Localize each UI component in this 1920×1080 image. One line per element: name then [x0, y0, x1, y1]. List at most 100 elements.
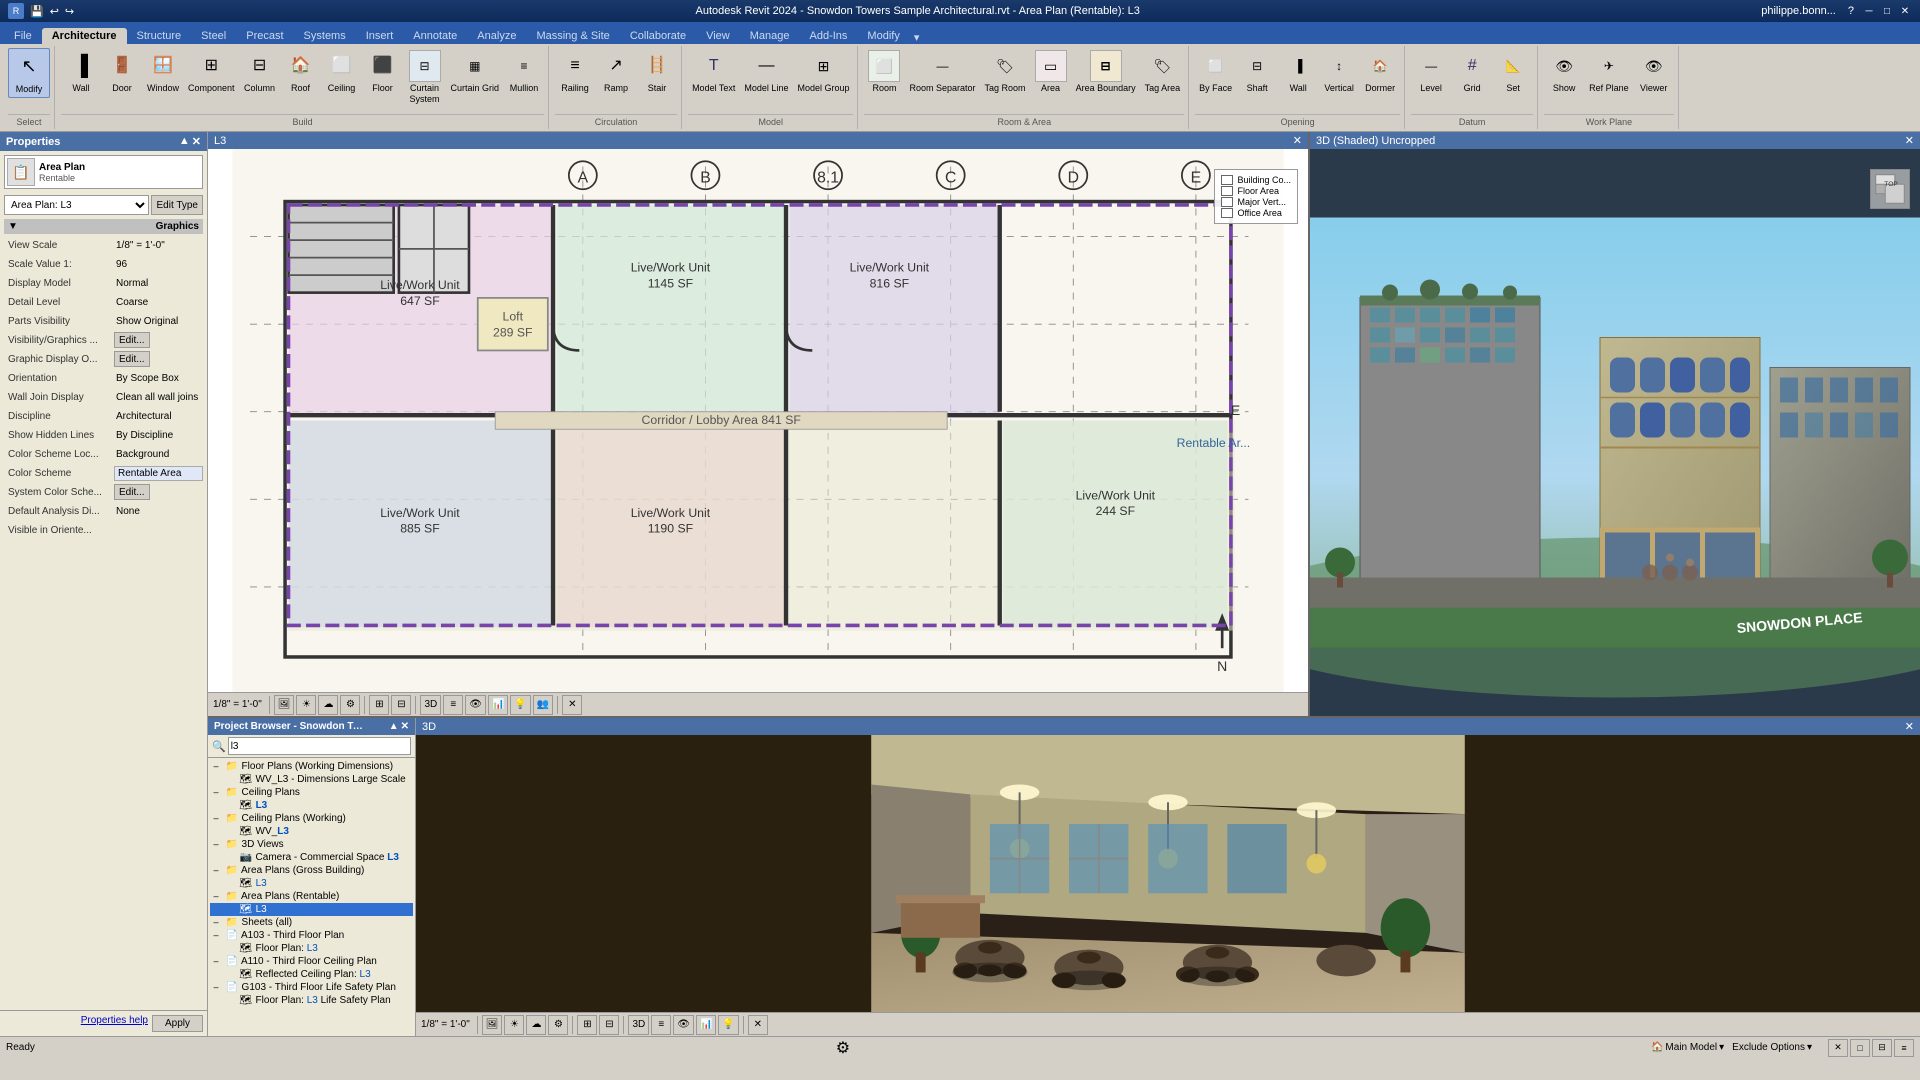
tree-a110-rcp[interactable]: 🗺 Reflected Ceiling Plan: L3: [210, 968, 413, 981]
ref-plane-set-btn[interactable]: 📐 Set: [1493, 48, 1533, 96]
vt-hide-crop-btn[interactable]: ⊟: [391, 695, 411, 715]
maximize-btn[interactable]: □: [1880, 4, 1894, 18]
bottom-vt-thin-lines-btn[interactable]: ≡: [651, 1015, 671, 1035]
vt-analysis-btn[interactable]: 📊: [488, 695, 508, 715]
vt-crop-btn[interactable]: ⊞: [369, 695, 389, 715]
view-3d-content[interactable]: SNOWDON PLACE: [1310, 149, 1920, 716]
vt-3d-btn[interactable]: 3D: [420, 695, 441, 715]
exclude-options-selector[interactable]: Exclude Options ▾: [1732, 1042, 1812, 1053]
minimize-btn[interactable]: ─: [1862, 4, 1876, 18]
component-btn[interactable]: ⊞ Component: [184, 48, 239, 96]
grid-btn[interactable]: # Grid: [1452, 48, 1492, 96]
visibility-graphics-edit-btn[interactable]: Edit...: [114, 332, 150, 348]
area-btn[interactable]: ▭ Area: [1031, 48, 1071, 96]
tab-analyze[interactable]: Analyze: [467, 28, 526, 44]
tree-l3-rentable[interactable]: 🗺 L3: [210, 903, 413, 916]
modify-btn[interactable]: ↖ Modify: [8, 48, 50, 98]
tree-a110[interactable]: – 📄 A110 - Third Floor Ceiling Plan: [210, 955, 413, 968]
door-btn[interactable]: 🚪 Door: [102, 48, 142, 96]
bottom-vt-analysis-btn[interactable]: 📊: [696, 1015, 716, 1035]
tree-l3-gross[interactable]: 🗺 L3: [210, 877, 413, 890]
ceiling-btn[interactable]: ⬜ Ceiling: [322, 48, 362, 96]
tab-massing[interactable]: Massing & Site: [526, 28, 619, 44]
tree-wv-l3[interactable]: 🗺 WV_L3: [210, 825, 413, 838]
bottom-vt-visual-style-btn[interactable]: 🖼: [482, 1015, 503, 1035]
tree-ceiling-plans[interactable]: – 📁 Ceiling Plans: [210, 786, 413, 799]
view-3d-close-btn[interactable]: ✕: [1905, 134, 1914, 147]
vt-hide-elements-btn[interactable]: 👁: [465, 695, 486, 715]
bottom-vt-render-btn[interactable]: ⚙: [548, 1015, 568, 1035]
navigation-cube[interactable]: TOP: [1870, 169, 1910, 209]
tag-room-btn[interactable]: 🏷 Tag Room: [981, 48, 1030, 96]
ref-plane-btn[interactable]: ✈ Ref Plane: [1585, 48, 1633, 96]
vt-worksharing-btn[interactable]: 👥: [533, 695, 553, 715]
view-type-selector[interactable]: Area Plan: L3: [4, 195, 149, 215]
wall-opening-btn[interactable]: ▐ Wall: [1278, 48, 1318, 96]
viewer-btn[interactable]: 👁 Viewer: [1634, 48, 1674, 96]
show-work-plane-btn[interactable]: 👁 Show: [1544, 48, 1584, 96]
tab-architecture[interactable]: Architecture: [42, 28, 127, 44]
tab-collaborate[interactable]: Collaborate: [620, 28, 696, 44]
quick-save-btn[interactable]: 💾: [30, 5, 44, 18]
tree-a103[interactable]: – 📄 A103 - Third Floor Plan: [210, 929, 413, 942]
edit-type-btn[interactable]: Edit Type: [151, 195, 203, 215]
tree-area-rentable[interactable]: – 📁 Area Plans (Rentable): [210, 890, 413, 903]
graphic-display-edit-btn[interactable]: Edit...: [114, 351, 150, 367]
quick-undo-btn[interactable]: ↩: [50, 5, 59, 18]
tab-annotate[interactable]: Annotate: [403, 28, 467, 44]
stair-btn[interactable]: 🪜 Stair: [637, 48, 677, 96]
close-btn[interactable]: ✕: [1898, 4, 1912, 18]
pb-expand-btn[interactable]: ▲: [389, 721, 399, 732]
room-btn[interactable]: ⬜ Room: [864, 48, 904, 96]
level-btn[interactable]: — Level: [1411, 48, 1451, 96]
model-line-btn[interactable]: — Model Line: [740, 48, 792, 96]
vt-thin-lines-btn[interactable]: ≡: [443, 695, 463, 715]
status-view-btn-2[interactable]: ⊟: [1872, 1039, 1892, 1057]
tree-3d-views[interactable]: – 📁 3D Views: [210, 838, 413, 851]
tab-steel[interactable]: Steel: [191, 28, 236, 44]
column-btn[interactable]: ⊟ Column: [240, 48, 280, 96]
help-btn[interactable]: ?: [1848, 5, 1854, 17]
pb-search-input[interactable]: [228, 737, 411, 755]
tree-ceiling-working[interactable]: – 📁 Ceiling Plans (Working): [210, 812, 413, 825]
bottom-3d-content[interactable]: [416, 735, 1920, 1012]
vt-reveal-hidden-btn[interactable]: 💡: [510, 695, 530, 715]
status-close-hidden-btn[interactable]: ✕: [1828, 1039, 1848, 1057]
tree-l3-ceiling[interactable]: 🗺 L3: [210, 799, 413, 812]
vt-visual-style-btn[interactable]: 🖼: [274, 695, 295, 715]
bottom-vt-crop-btn[interactable]: ⊞: [577, 1015, 597, 1035]
model-group-btn[interactable]: ⊞ Model Group: [793, 48, 853, 96]
vt-sun-path-btn[interactable]: ☀: [296, 695, 316, 715]
curtain-grid-btn[interactable]: ▦ Curtain Grid: [447, 48, 504, 96]
properties-expand-btn[interactable]: ▲: [179, 135, 190, 148]
tag-area-btn[interactable]: 🏷 Tag Area: [1141, 48, 1185, 96]
railing-btn[interactable]: ≡ Railing: [555, 48, 595, 96]
room-separator-btn[interactable]: — Room Separator: [905, 48, 979, 96]
bottom-vt-reveal-btn[interactable]: 💡: [718, 1015, 738, 1035]
vertical-btn[interactable]: ↕ Vertical: [1319, 48, 1359, 96]
curtain-system-btn[interactable]: ⊟ Curtain System: [404, 48, 446, 107]
tab-precast[interactable]: Precast: [236, 28, 293, 44]
bottom-vt-hide-btn[interactable]: 👁: [673, 1015, 694, 1035]
mullion-btn[interactable]: ≡ Mullion: [504, 48, 544, 96]
bottom-vt-3d-btn[interactable]: 3D: [628, 1015, 649, 1035]
plan-view-content[interactable]: E D C 8.1 B A: [208, 149, 1308, 692]
properties-help-link[interactable]: Properties help: [77, 1015, 148, 1032]
quick-redo-btn[interactable]: ↪: [65, 5, 74, 18]
apply-btn[interactable]: Apply: [152, 1015, 203, 1032]
wall-btn[interactable]: ▐ Wall: [61, 48, 101, 96]
pb-close-btn[interactable]: ✕: [401, 721, 409, 732]
graphics-section-header[interactable]: ▼ Graphics: [4, 219, 203, 234]
tree-camera-commercial[interactable]: 📷 Camera - Commercial Space L3: [210, 851, 413, 864]
tree-area-gross[interactable]: – 📁 Area Plans (Gross Building): [210, 864, 413, 877]
roof-btn[interactable]: 🏠 Roof: [281, 48, 321, 96]
dormer-btn[interactable]: 🏠 Dormer: [1360, 48, 1400, 96]
tab-systems[interactable]: Systems: [294, 28, 356, 44]
tab-manage[interactable]: Manage: [740, 28, 800, 44]
ramp-btn[interactable]: ↗ Ramp: [596, 48, 636, 96]
bottom-vt-shadows-btn[interactable]: ☁: [526, 1015, 546, 1035]
tree-floor-plans-working[interactable]: – 📁 Floor Plans (Working Dimensions): [210, 760, 413, 773]
area-boundary-btn[interactable]: ⊟ Area Boundary: [1072, 48, 1140, 96]
status-view-btn-1[interactable]: □: [1850, 1039, 1870, 1057]
by-face-btn[interactable]: ⬜ By Face: [1195, 48, 1236, 96]
